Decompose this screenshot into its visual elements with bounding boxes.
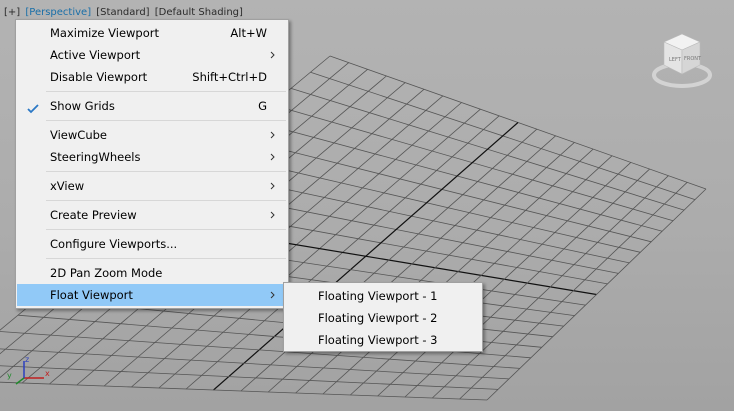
menu-separator (46, 120, 286, 121)
submenu-arrow-icon (270, 284, 276, 306)
menu-item-label: Float Viewport (50, 288, 133, 302)
viewport-plus-menu[interactable]: [+] (3, 7, 21, 18)
menu-item-xview[interactable]: xView (17, 175, 287, 197)
viewport-context-menu: Maximize Viewport Alt+W Active Viewport … (15, 19, 289, 309)
menu-separator (46, 91, 286, 92)
menu-item-float-viewport[interactable]: Float Viewport (17, 284, 287, 306)
menu-item-label: 2D Pan Zoom Mode (50, 266, 163, 280)
menu-item-disable-viewport[interactable]: Disable Viewport Shift+Ctrl+D (17, 66, 287, 88)
menu-item-label: Floating Viewport - 3 (318, 333, 438, 347)
menu-item-label: Active Viewport (50, 48, 141, 62)
axis-x-label: x (45, 369, 50, 378)
menu-item-maximize-viewport[interactable]: Maximize Viewport Alt+W (17, 22, 287, 44)
grid-line (0, 348, 509, 380)
submenu-arrow-icon (270, 204, 276, 226)
menu-item-steeringwheels[interactable]: SteeringWheels (17, 146, 287, 168)
axis-z-label: z (25, 355, 29, 364)
menu-item-configure-viewports[interactable]: Configure Viewports... (17, 233, 287, 255)
menu-separator (46, 200, 286, 201)
grid-line (0, 381, 488, 401)
grid-line (486, 188, 707, 401)
submenu-item-floating-viewport-1[interactable]: Floating Viewport - 1 (285, 285, 481, 307)
viewport-standard-label[interactable]: [Standard] (95, 7, 150, 18)
submenu-arrow-icon (270, 146, 276, 168)
menu-item-2d-pan-zoom-mode[interactable]: 2D Pan Zoom Mode (17, 262, 287, 284)
menu-item-label: Maximize Viewport (50, 26, 159, 40)
viewcube-icon[interactable]: LEFT FRONT (650, 28, 714, 96)
menu-item-viewcube[interactable]: ViewCube (17, 124, 287, 146)
viewport-label-menu: [+] [Perspective] [Standard] [Default Sh… (3, 7, 244, 19)
viewcube-front-face[interactable]: FRONT (684, 56, 702, 62)
menu-item-label: Floating Viewport - 1 (318, 289, 438, 303)
menu-item-label: Show Grids (50, 99, 115, 113)
menu-item-label: ViewCube (50, 128, 107, 142)
menu-item-label: SteeringWheels (50, 150, 141, 164)
viewport-pov-label[interactable]: [Perspective] (24, 7, 92, 18)
menu-item-shortcut: Shift+Ctrl+D (192, 70, 267, 84)
menu-item-show-grids[interactable]: Show Grids G (17, 95, 287, 117)
menu-item-shortcut: Alt+W (230, 26, 267, 40)
menu-item-label: Floating Viewport - 2 (318, 311, 438, 325)
viewport-shading-label[interactable]: [Default Shading] (154, 7, 244, 18)
menu-separator (46, 229, 286, 230)
grid-line (0, 365, 499, 390)
menu-separator (46, 171, 286, 172)
submenu-item-floating-viewport-2[interactable]: Floating Viewport - 2 (285, 307, 481, 329)
menu-item-label: xView (50, 179, 85, 193)
menu-item-shortcut: G (258, 99, 267, 113)
menu-item-create-preview[interactable]: Create Preview (17, 204, 287, 226)
submenu-arrow-icon (270, 44, 276, 66)
float-viewport-submenu: Floating Viewport - 1 Floating Viewport … (283, 282, 483, 352)
submenu-arrow-icon (270, 124, 276, 146)
menu-item-label: Disable Viewport (50, 70, 148, 84)
menu-item-active-viewport[interactable]: Active Viewport (17, 44, 287, 66)
submenu-arrow-icon (270, 175, 276, 197)
checkmark-icon (26, 100, 40, 114)
menu-separator (46, 258, 286, 259)
menu-item-label: Configure Viewports... (50, 237, 178, 251)
submenu-item-floating-viewport-3[interactable]: Floating Viewport - 3 (285, 329, 481, 351)
axis-y-label: y (7, 371, 12, 380)
axis-tripod-icon: x z y (7, 355, 50, 385)
viewcube-left-face[interactable]: LEFT (669, 57, 682, 63)
menu-item-label: Create Preview (50, 208, 137, 222)
